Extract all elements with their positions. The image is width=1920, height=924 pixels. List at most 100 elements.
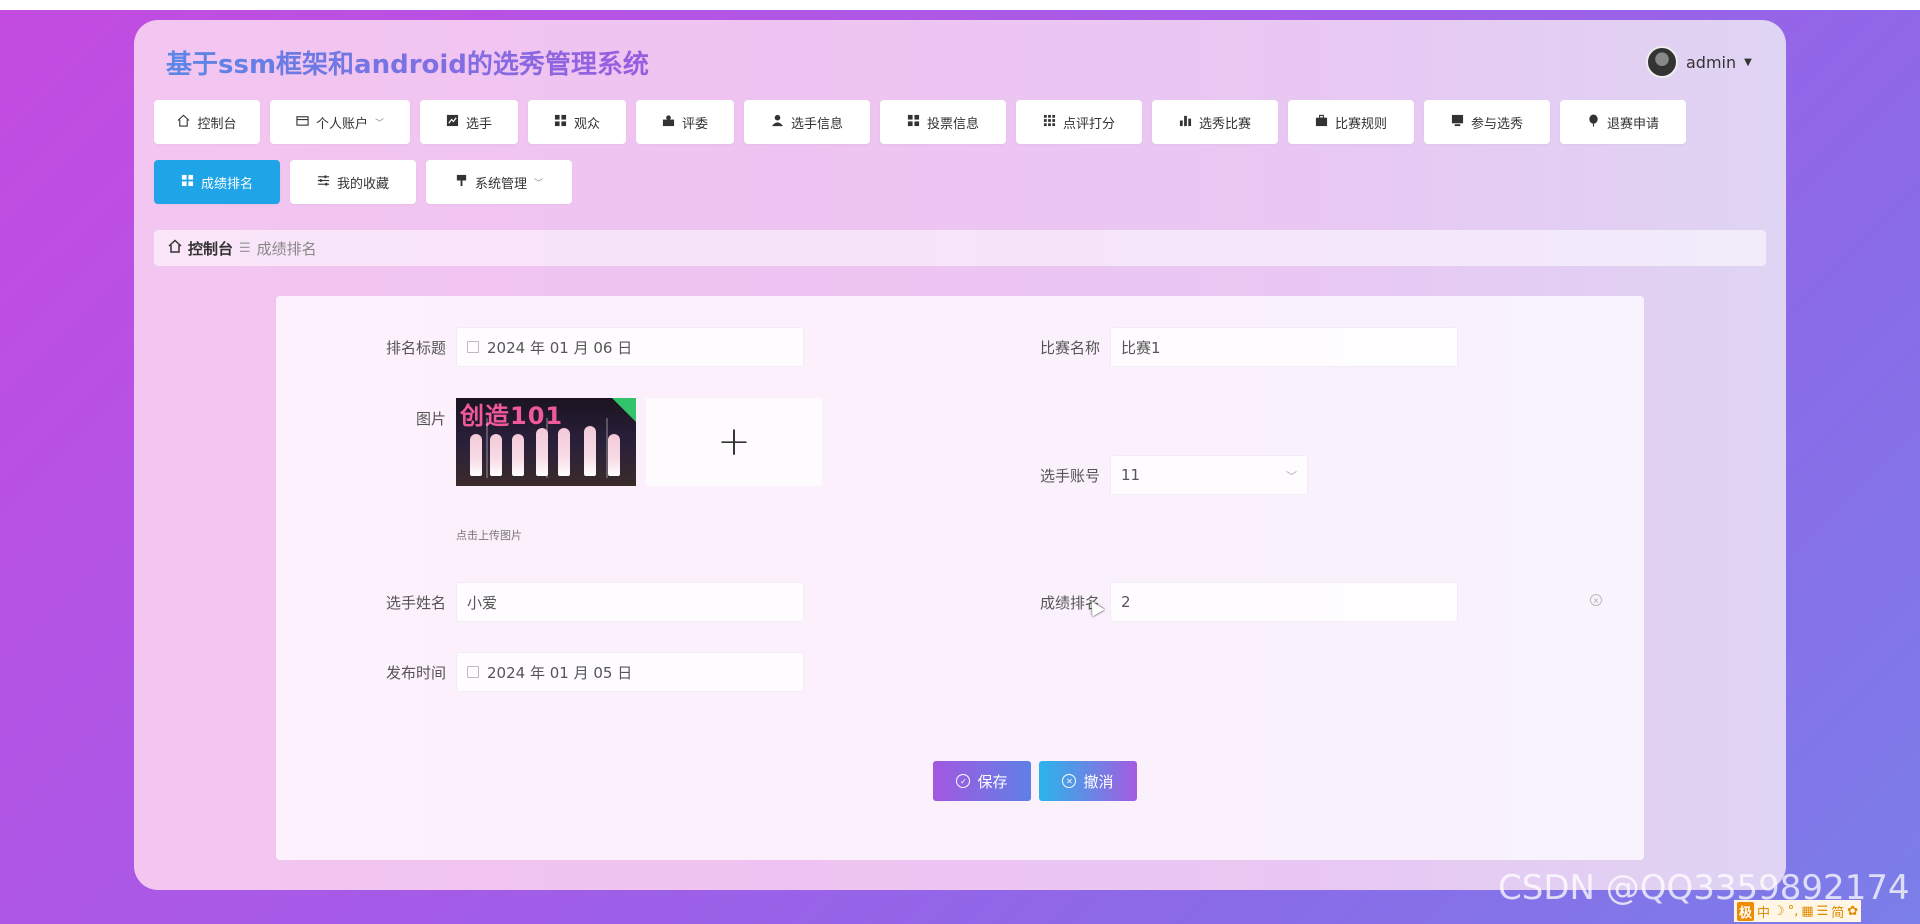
image-upload-button[interactable]: +: [646, 398, 822, 486]
grid-icon: [554, 114, 567, 131]
ime-settings-icon[interactable]: ✿: [1847, 904, 1858, 919]
chevron-down-icon: ﹀: [534, 178, 544, 189]
wallet-icon: [296, 114, 309, 131]
score-rank-field[interactable]: 2: [1110, 582, 1458, 622]
rank-title-label: 排名标题: [385, 339, 446, 357]
figure: [584, 426, 596, 476]
nav-label: 选手: [465, 116, 492, 132]
publish-time-date-field[interactable]: 2024 年 01 月 05 日: [456, 652, 804, 692]
image-label: 图片: [415, 410, 446, 428]
nav-label: 评委: [681, 116, 708, 132]
home-icon: [168, 239, 182, 257]
match-name-field[interactable]: 比赛1: [1110, 327, 1458, 367]
chevron-down-icon: ﹀: [375, 118, 385, 129]
user-name: admin: [1686, 52, 1737, 72]
upload-hint: 点击上传图片: [456, 529, 522, 542]
brush-icon: [455, 174, 468, 191]
user-icon: [771, 114, 784, 131]
player-name-label: 选手姓名: [385, 594, 446, 612]
nav-item-players[interactable]: 选手: [420, 100, 518, 144]
ime-simplified[interactable]: 简: [1831, 902, 1844, 921]
match-name-value: 比赛1: [1121, 338, 1161, 357]
ime-toolbar[interactable]: 极 中 ☽ °, ▦ ☰ 简 ✿: [1734, 900, 1862, 922]
rank-title-value: 2024 年 01 月 06 日: [487, 338, 633, 357]
player-account-select[interactable]: 11 ﹀: [1110, 455, 1308, 495]
briefcase-icon: [1315, 114, 1328, 131]
save-label: 保存: [977, 773, 1008, 791]
app-title: 基于ssm框架和android的选秀管理系统: [166, 44, 649, 81]
chart-icon: [446, 114, 459, 131]
calendar-icon: [467, 666, 479, 678]
bar-chart-icon: [1179, 114, 1192, 131]
player-account-value: 11: [1121, 466, 1141, 484]
score-rank-value: 2: [1121, 593, 1131, 611]
nav-label: 控制台: [197, 116, 237, 132]
nav-item-audience[interactable]: 观众: [528, 100, 626, 144]
nav-label: 选手信息: [790, 116, 843, 132]
clear-icon[interactable]: ×: [1590, 594, 1602, 606]
nav-item-system-management[interactable]: 系统管理 ﹀: [426, 160, 572, 204]
figure: [470, 434, 482, 476]
nav-item-judges[interactable]: 评委: [636, 100, 734, 144]
check-circle-icon: ✓: [956, 774, 971, 788]
nav-item-player-info[interactable]: 选手信息: [744, 100, 870, 144]
publish-time-label: 发布时间: [385, 664, 446, 682]
cancel-button[interactable]: ✕ 撤消: [1039, 761, 1137, 801]
nav-label: 我的收藏: [336, 176, 389, 192]
player-name-field[interactable]: 小爱: [456, 582, 804, 622]
nav-label: 参与选秀: [1470, 116, 1523, 132]
nav-item-match-rules[interactable]: 比赛规则: [1288, 100, 1414, 144]
grid-icon: [181, 174, 194, 191]
nav-item-talent-match[interactable]: 选秀比赛: [1152, 100, 1278, 144]
nav-item-vote-info[interactable]: 投票信息: [880, 100, 1006, 144]
nav-label: 选秀比赛: [1198, 116, 1251, 132]
nav-label: 比赛规则: [1334, 116, 1387, 132]
close-circle-icon: ✕: [1062, 774, 1077, 788]
ime-mode-chinese[interactable]: 中: [1757, 902, 1770, 921]
nav-item-score-ranking[interactable]: 成绩排名: [154, 160, 280, 204]
figure: [608, 434, 620, 476]
nav-label: 观众: [573, 116, 600, 132]
ime-menu-icon[interactable]: ☰: [1817, 904, 1829, 919]
nav-label: 点评打分: [1062, 116, 1115, 132]
nav-item-dashboard[interactable]: 控制台: [154, 100, 260, 144]
stage-light: [486, 418, 488, 478]
figure: [536, 428, 548, 476]
breadcrumb: 控制台 ☰ 成绩排名: [154, 230, 1766, 266]
home-icon: [177, 114, 190, 131]
score-rank-label: 成绩排名: [1039, 594, 1100, 612]
publish-time-value: 2024 年 01 月 05 日: [487, 663, 633, 682]
nav-item-join-talent[interactable]: 参与选秀: [1424, 100, 1550, 144]
chevron-down-icon: ﹀: [1286, 470, 1297, 483]
save-button[interactable]: ✓ 保存: [933, 761, 1031, 801]
thumbnail-corner: [612, 398, 636, 422]
breadcrumb-current: 成绩排名: [256, 239, 317, 258]
nav-item-my-favorites[interactable]: 我的收藏: [290, 160, 416, 204]
sliders-icon: [317, 174, 330, 191]
caret-down-icon: ▼: [1744, 56, 1752, 68]
plus-icon: +: [717, 419, 751, 465]
rank-title-date-field[interactable]: 2024 年 01 月 06 日: [456, 327, 804, 367]
nav-item-withdraw-request[interactable]: 退赛申请: [1560, 100, 1686, 144]
monitor-icon: [1451, 114, 1464, 131]
nav-label: 投票信息: [926, 116, 979, 132]
avatar[interactable]: [1646, 46, 1678, 78]
figure: [490, 434, 502, 476]
breadcrumb-home[interactable]: 控制台: [188, 238, 233, 259]
nav-item-personal-account[interactable]: 个人账户 ﹀: [270, 100, 410, 144]
balloon-icon: [1587, 113, 1600, 131]
figure: [512, 434, 524, 476]
ime-logo[interactable]: 极: [1737, 901, 1755, 921]
player-name-value: 小爱: [467, 593, 498, 612]
ime-moon-icon[interactable]: ☽: [1773, 904, 1785, 919]
browser-top-strip: [0, 0, 1920, 10]
ime-punct-icon[interactable]: °,: [1788, 904, 1799, 919]
breadcrumb-separator: ☰: [239, 240, 251, 256]
figure: [558, 428, 570, 476]
uploaded-image-thumbnail[interactable]: 创造101: [456, 398, 636, 486]
user-menu[interactable]: admin ▼: [1646, 46, 1752, 78]
nav-label: 退赛申请: [1606, 116, 1659, 132]
nav-label: 成绩排名: [200, 176, 253, 192]
nav-item-review-score[interactable]: 点评打分: [1016, 100, 1142, 144]
ime-keyboard-icon[interactable]: ▦: [1801, 904, 1813, 919]
